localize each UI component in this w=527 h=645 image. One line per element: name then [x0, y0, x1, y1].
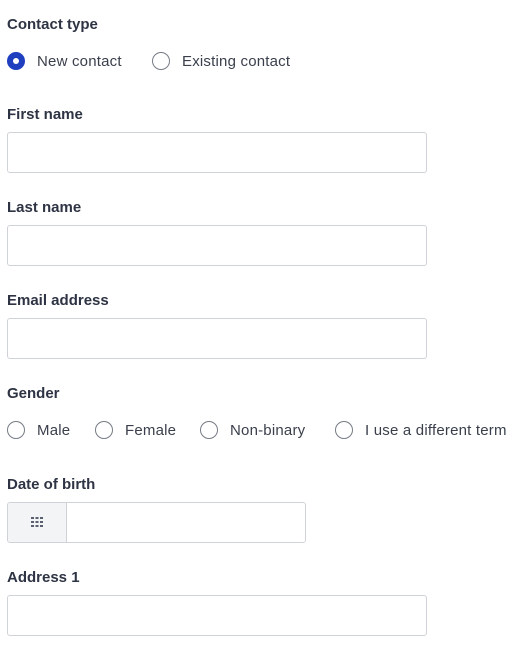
radio-existing-contact[interactable]: Existing contact [152, 50, 290, 72]
first-name-label: First name [7, 106, 83, 123]
date-of-birth-label: Date of birth [7, 476, 96, 493]
radio-different-term-circle[interactable] [335, 421, 353, 439]
email-label: Email address [7, 292, 109, 309]
radio-non-binary-circle[interactable] [200, 421, 218, 439]
radio-female-circle[interactable] [95, 421, 113, 439]
radio-male-label[interactable]: Male [37, 422, 70, 439]
radio-new-contact-label[interactable]: New contact [37, 53, 122, 70]
radio-new-contact[interactable]: New contact [7, 50, 122, 72]
calendar-grid-icon[interactable] [31, 514, 43, 532]
radio-non-binary-label[interactable]: Non-binary [230, 422, 305, 439]
contact-type-radio-group: New contact Existing contact [7, 50, 527, 72]
last-name-input[interactable] [7, 225, 427, 266]
address1-input[interactable] [7, 595, 427, 636]
radio-existing-contact-circle[interactable] [152, 52, 170, 70]
date-of-birth-field [7, 502, 306, 543]
address1-label: Address 1 [7, 569, 80, 586]
radio-male-circle[interactable] [7, 421, 25, 439]
date-of-birth-input[interactable] [67, 503, 305, 542]
radio-new-contact-circle[interactable] [7, 52, 25, 70]
radio-existing-contact-label[interactable]: Existing contact [182, 53, 290, 70]
radio-female[interactable]: Female [95, 419, 176, 441]
radio-different-term-label[interactable]: I use a different term [365, 422, 507, 439]
gender-radio-group: Male Female Non-binary I use a different… [7, 419, 527, 441]
email-input[interactable] [7, 318, 427, 359]
date-picker-button[interactable] [8, 503, 67, 542]
first-name-input[interactable] [7, 132, 427, 173]
radio-male[interactable]: Male [7, 419, 70, 441]
gender-label: Gender [7, 385, 60, 402]
radio-female-label[interactable]: Female [125, 422, 176, 439]
last-name-label: Last name [7, 199, 82, 216]
radio-non-binary[interactable]: Non-binary [200, 419, 305, 441]
contact-type-label: Contact type [7, 16, 98, 33]
radio-different-term[interactable]: I use a different term [335, 419, 507, 441]
